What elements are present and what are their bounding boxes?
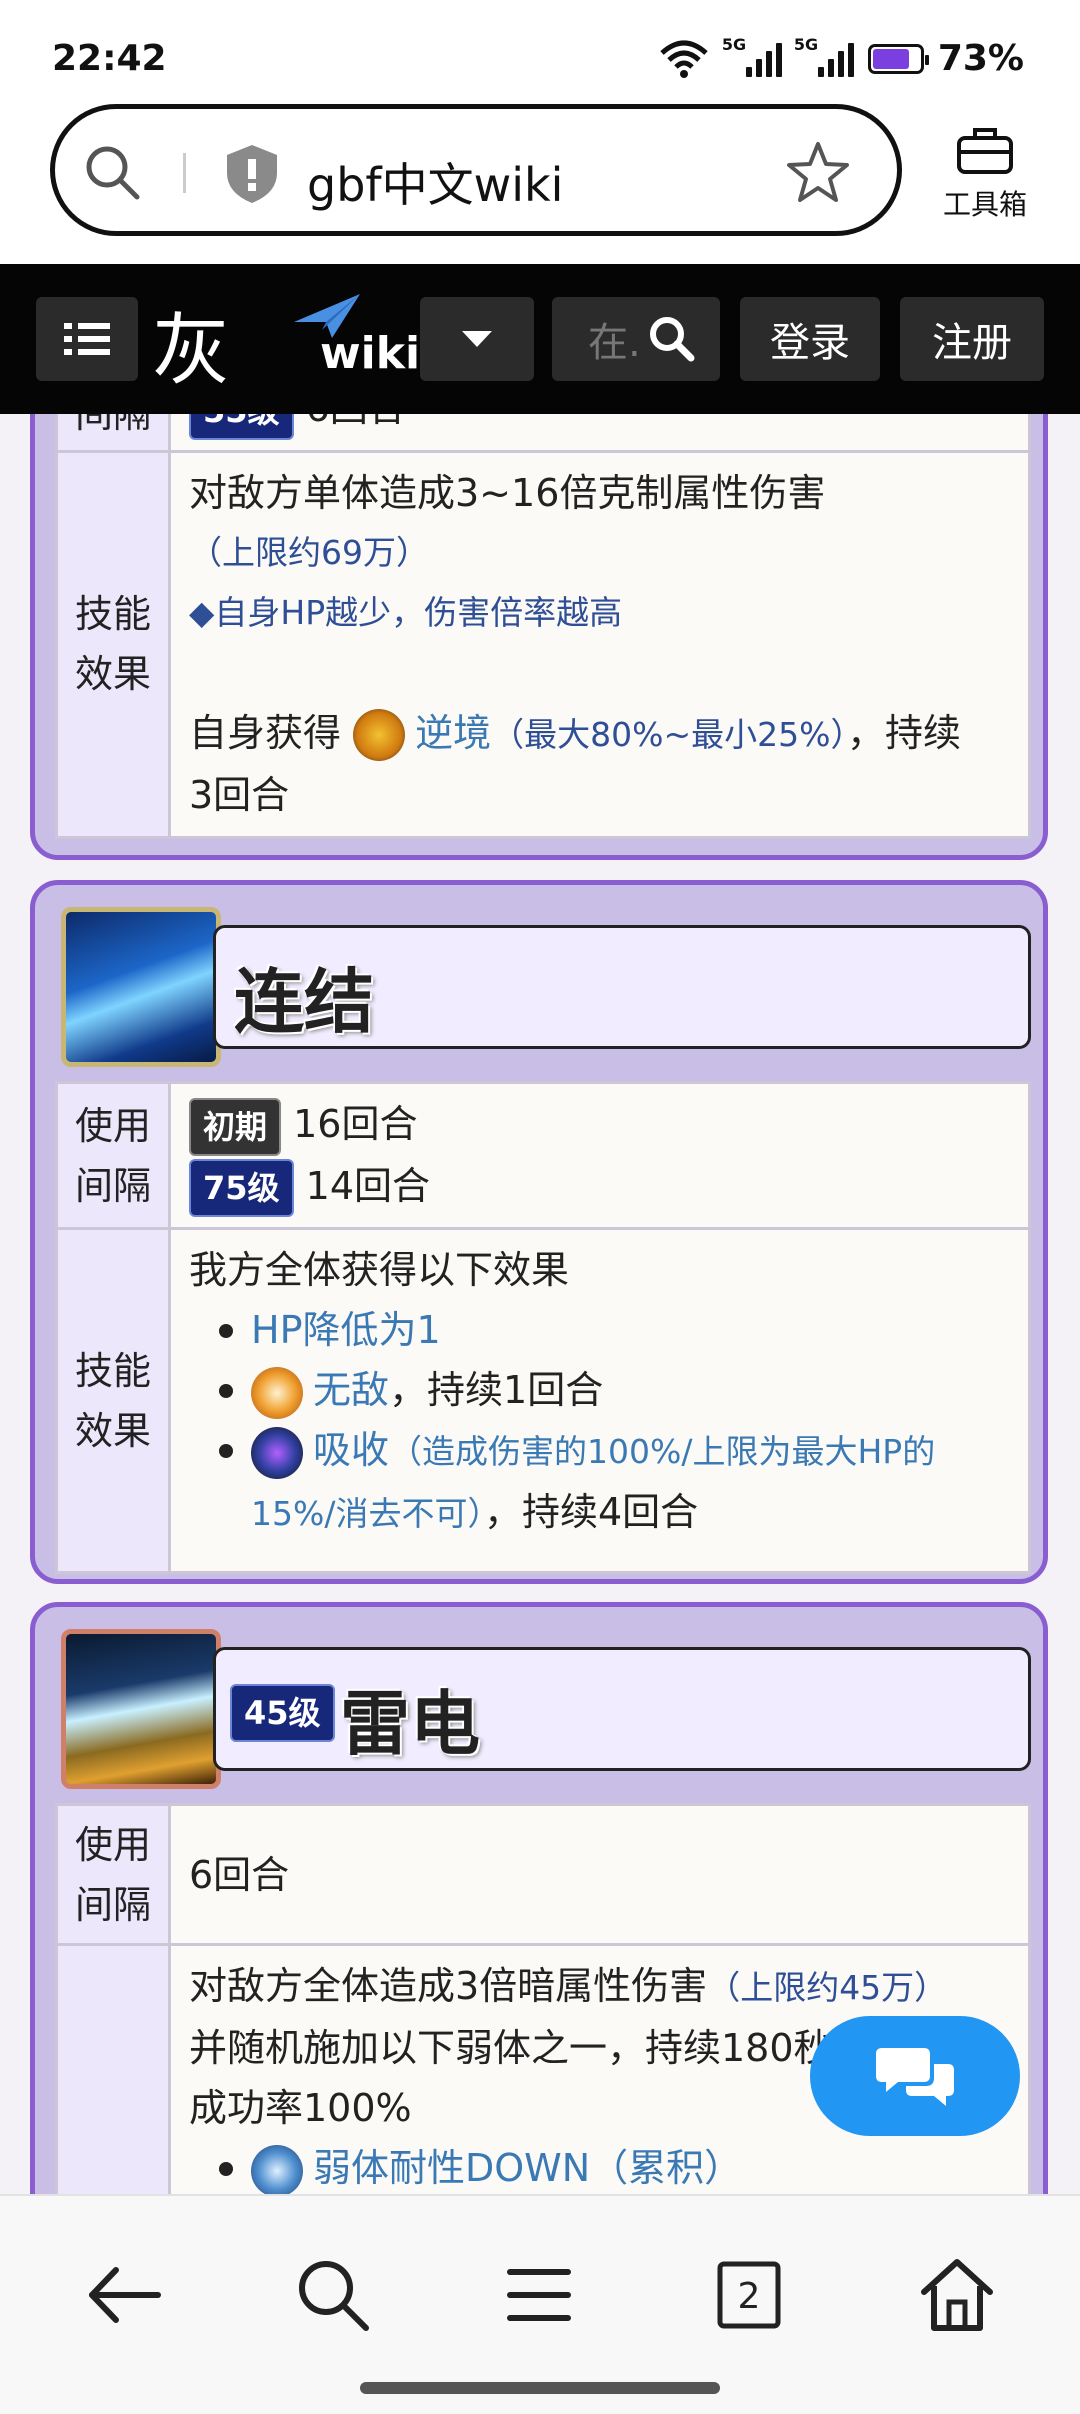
chat-bubbles-icon (876, 2048, 954, 2106)
effect-cap-note: （上限约69万） (189, 532, 429, 572)
status-bar: 22:42 5G 5G 73% (0, 0, 1080, 96)
hp-down-link[interactable]: HP降低为1 (251, 1308, 441, 1352)
absorb-icon (251, 1426, 303, 1479)
effect-cap-note: （上限约45万） (707, 1968, 948, 2007)
interval-label: 使用 间隔 (55, 1081, 171, 1230)
invincible-link[interactable]: 无敌 (313, 1368, 389, 1412)
briefcase-icon (957, 128, 1013, 174)
interval-value: 6回合 (168, 1803, 1031, 1946)
skill-icon-link (61, 907, 221, 1067)
site-header: 灰机 wiki 在. 登录 注册 (0, 264, 1080, 508)
caret-down-icon (462, 331, 492, 347)
browser-toolbar: gbf中文wiki 工具箱 (0, 96, 1080, 264)
skill-card-link: 连结 使用 间隔 初期 16回合 75级 14回合 技能 效果 我方全体获得以下… (30, 880, 1048, 1584)
url-text[interactable]: gbf中文wiki (307, 149, 563, 215)
skill-card-top: 间隔 55级 6回合 技能 效果 对敌方单体造成3~16倍克制属性伤害 （上限约… (30, 414, 1048, 860)
level-badge: 75级 (189, 1159, 294, 1217)
clock: 22:42 (52, 38, 167, 79)
register-button[interactable]: 注册 (900, 297, 1044, 381)
effect-list: HP降低为1 无敌，持续1回合 吸收（造成伤害的100%/上限为最大HP的 15%… (189, 1300, 1010, 1544)
status-icons: 5G 5G 73% (658, 35, 1024, 79)
effect-line: 对敌方单体造成3~16倍克制属性伤害 (189, 470, 826, 515)
dropdown-button[interactable] (420, 297, 534, 381)
star-icon[interactable] (785, 139, 851, 205)
skill-title-bar: 45级 雷电 (213, 1647, 1031, 1771)
battery-icon (867, 43, 929, 74)
tabs-icon[interactable]: 2 (704, 2250, 794, 2340)
effect-intro: 我方全体获得以下效果 (189, 1248, 570, 1292)
header-search[interactable]: 在. (552, 297, 720, 381)
menu-icon[interactable] (494, 2250, 584, 2340)
effect-buff-line: 自身获得 逆境（最大80%~最小25%），持续 (189, 703, 1010, 765)
effect-value: 我方全体获得以下效果 HP降低为1 无敌，持续1回合 吸收（造成伤害的100%/… (168, 1227, 1031, 1574)
toolbox-label: 工具箱 (942, 188, 1027, 221)
address-bar[interactable]: gbf中文wiki (50, 104, 902, 236)
list-icon (64, 323, 110, 355)
menu-button[interactable] (36, 297, 138, 381)
svg-text:2: 2 (738, 2276, 761, 2317)
debuff-res-down-icon (251, 2144, 303, 2194)
effect-label: 技能 效果 (55, 1227, 171, 1574)
interval-value: 初期 16回合 75级 14回合 (168, 1081, 1031, 1230)
search-icon (649, 317, 695, 362)
level-badge: 45级 (230, 1684, 335, 1742)
logo-wiki: wiki (320, 328, 421, 379)
interval-value: 55级 6回合 (168, 414, 1031, 453)
debuff-res-down-link[interactable]: 弱体耐性DOWN（累积） (313, 2146, 742, 2190)
browser-bottom-nav: 2 (0, 2194, 1080, 2414)
adversity-link[interactable]: 逆境 (415, 711, 491, 755)
effect-label: 技能 效果 (55, 449, 171, 839)
back-arrow-icon[interactable] (78, 2250, 168, 2340)
skill-icon-thunder (61, 1629, 221, 1789)
skill-title-bar: 连结 (213, 925, 1031, 1049)
search-icon (86, 146, 140, 200)
interval-label: 间隔 (55, 414, 171, 453)
list-item: 弱体耐性DOWN（累积） (189, 2138, 1010, 2194)
skill-table-top: 间隔 55级 6回合 技能 效果 对敌方单体造成3~16倍克制属性伤害 （上限约… (55, 414, 1031, 839)
signal-icon-sim1: 5G (722, 35, 782, 77)
effect-line: 对敌方全体造成3倍暗属性伤害 (189, 1964, 708, 2008)
init-badge: 初期 (189, 1097, 282, 1156)
shield-icon[interactable] (223, 143, 281, 205)
toolbox-button[interactable]: 工具箱 (930, 126, 1040, 223)
absorb-link[interactable]: 吸收 (313, 1428, 389, 1472)
effect-note: ◆自身HP越少，伤害倍率越高 (189, 592, 623, 632)
chat-button[interactable] (810, 2016, 1020, 2136)
level-badge: 55级 (189, 414, 294, 440)
header-search-placeholder: 在. (588, 320, 641, 366)
battery-percent: 73% (937, 38, 1024, 79)
invincible-icon (251, 1366, 303, 1419)
effect-list: 弱体耐性DOWN（累积） (189, 2138, 1010, 2194)
effect-label: 技能 (55, 1943, 171, 2194)
page-content: 间隔 55级 6回合 技能 效果 对敌方单体造成3~16倍克制属性伤害 （上限约… (0, 414, 1080, 2194)
signal-icon-sim2: 5G (794, 35, 854, 77)
list-item: HP降低为1 (189, 1300, 1010, 1360)
skill-name: 连结 (234, 961, 374, 1043)
gesture-handle[interactable] (360, 2382, 720, 2394)
list-item: 无敌，持续1回合 (189, 1360, 1010, 1420)
adversity-icon (353, 709, 406, 761)
interval-label: 使用 间隔 (55, 1803, 171, 1946)
list-item: 吸收（造成伤害的100%/上限为最大HP的 15%/消去不可），持续4回合 (189, 1420, 1010, 1544)
wifi-icon (660, 40, 708, 78)
search-icon[interactable] (288, 2250, 378, 2340)
login-button[interactable]: 登录 (740, 297, 880, 381)
effect-value: 对敌方单体造成3~16倍克制属性伤害 （上限约69万） ◆自身HP越少，伤害倍率… (168, 449, 1031, 839)
skill-name: 雷电 (340, 1683, 480, 1765)
home-icon[interactable] (912, 2250, 1002, 2340)
skill-table-link: 使用 间隔 初期 16回合 75级 14回合 技能 效果 我方全体获得以下效果 … (55, 1081, 1031, 1574)
